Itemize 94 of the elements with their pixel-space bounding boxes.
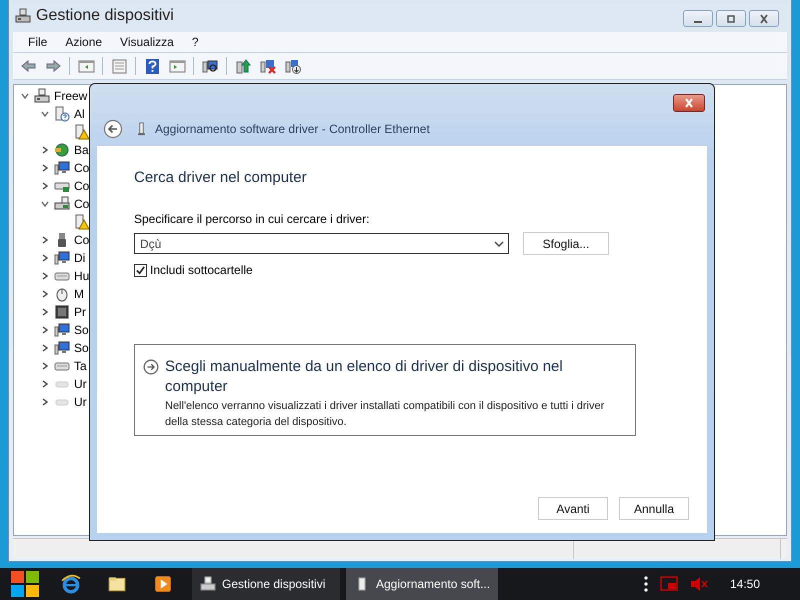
expand-icon[interactable] xyxy=(40,343,50,353)
tree-item[interactable]: Hu xyxy=(74,269,90,283)
close-icon xyxy=(683,98,695,108)
checkbox-label: Includi sottocartelle xyxy=(150,263,253,277)
monitor-icon xyxy=(54,340,70,356)
close-icon xyxy=(758,14,770,24)
device-manager-icon xyxy=(15,8,31,24)
panel-icon[interactable] xyxy=(168,58,186,74)
expand-icon[interactable] xyxy=(40,325,50,335)
maximize-icon xyxy=(725,14,737,24)
tree-item[interactable]: So xyxy=(74,341,89,355)
network-adapter-icon xyxy=(54,196,70,212)
path-combo-box[interactable]: Dçù xyxy=(134,233,509,254)
browser-icon[interactable] xyxy=(61,574,81,594)
close-button[interactable] xyxy=(749,10,779,27)
clock[interactable]: 14:50 xyxy=(730,577,760,591)
expand-icon[interactable] xyxy=(40,379,50,389)
more-icon[interactable] xyxy=(644,575,648,593)
command-link-title: Scegli manualmente da un elenco di driver di dispositivo nel computer xyxy=(165,357,564,397)
minimize-button[interactable] xyxy=(683,10,713,27)
media-player-icon[interactable] xyxy=(153,574,173,594)
dialog-button[interactable]: Annulla xyxy=(619,497,689,520)
tree-item[interactable]: Co xyxy=(74,161,90,175)
page-heading: Cerca driver nel computer xyxy=(134,169,308,186)
computer-icon xyxy=(34,88,50,104)
monitor-icon xyxy=(54,250,70,266)
uninstall-device-icon[interactable] xyxy=(284,58,302,74)
browse-button[interactable]: Sfoglia... xyxy=(523,232,609,255)
tree-item[interactable]: Ta xyxy=(74,359,87,373)
expand-icon[interactable] xyxy=(40,397,50,407)
update-device-icon[interactable] xyxy=(234,58,252,74)
back-button[interactable] xyxy=(103,119,123,139)
collapse-icon[interactable] xyxy=(40,109,50,119)
start-button[interactable] xyxy=(10,569,40,599)
forward-arrow-icon[interactable] xyxy=(44,58,62,74)
dialog-title: Aggiornamento software driver - Controller Ethernet xyxy=(155,122,430,136)
window-icon[interactable] xyxy=(660,576,678,592)
dialog-button[interactable]: Avanti xyxy=(538,497,608,520)
unknown-device-icon xyxy=(54,106,70,122)
tree-item[interactable]: Freew xyxy=(54,89,88,103)
tree-item[interactable]: M xyxy=(74,287,84,301)
warning-device-icon xyxy=(74,124,90,140)
expand-icon[interactable] xyxy=(40,181,50,191)
warning-device-icon xyxy=(74,214,90,230)
path-label: Specificare il percorso in cui cercare i driver: xyxy=(134,212,370,226)
help-icon[interactable] xyxy=(144,58,160,74)
close-button[interactable] xyxy=(673,94,705,112)
tree-item[interactable]: Ur xyxy=(74,377,87,391)
document-icon[interactable] xyxy=(110,58,128,74)
tree-item[interactable]: Al xyxy=(74,107,85,121)
menu-item[interactable]: Visualizza xyxy=(111,35,183,49)
panel-icon[interactable] xyxy=(78,58,94,74)
expand-icon[interactable] xyxy=(40,271,50,281)
command-link[interactable] xyxy=(134,344,636,436)
expand-icon[interactable] xyxy=(40,361,50,371)
tree-item[interactable]: Co xyxy=(74,197,90,211)
menu-item[interactable]: ? xyxy=(182,35,208,49)
disable-device-icon[interactable] xyxy=(260,58,276,74)
menu-item[interactable]: File xyxy=(19,35,56,49)
taskbar-button[interactable]: Gestione dispositivi xyxy=(192,568,340,600)
caret-icon xyxy=(494,241,504,247)
monitor-icon xyxy=(54,322,70,338)
expand-icon[interactable] xyxy=(40,145,50,155)
window-title: Gestione dispositivi xyxy=(36,7,174,25)
battery-icon xyxy=(54,142,70,158)
maximize-button[interactable] xyxy=(716,10,746,27)
tree-item[interactable]: Di xyxy=(74,251,86,265)
checkbox[interactable] xyxy=(134,264,147,276)
tree-item[interactable]: Co xyxy=(74,233,90,247)
monitor-icon xyxy=(54,160,70,176)
monitor-search-icon[interactable] xyxy=(202,58,218,74)
speaker-icon[interactable] xyxy=(690,576,708,592)
collapse-icon[interactable] xyxy=(20,91,30,101)
collapse-icon[interactable] xyxy=(40,199,50,209)
device-manager-icon xyxy=(200,576,216,592)
command-link-description: Nell'elenco verranno visualizzati i driver installati compatibili con il dispositivo e tutti i driver della stessa categoria del dispositivo. xyxy=(165,399,606,430)
chip-icon xyxy=(54,304,70,320)
back-arrow-icon[interactable] xyxy=(20,58,36,74)
arrow-circle-icon xyxy=(143,359,159,375)
minimize-icon xyxy=(694,20,702,22)
expand-icon[interactable] xyxy=(40,307,50,317)
menu-item[interactable]: Azione xyxy=(56,35,112,49)
taskbar-button[interactable]: Aggiornamento soft... xyxy=(346,568,498,600)
tree-item[interactable]: Pr xyxy=(74,305,86,319)
tree-item[interactable]: Ur xyxy=(74,395,87,409)
expand-icon[interactable] xyxy=(40,289,50,299)
expand-icon[interactable] xyxy=(40,163,50,173)
tree-item[interactable]: Co xyxy=(74,179,90,193)
tree-item[interactable]: Ba xyxy=(74,143,89,157)
network-adapter-icon xyxy=(137,122,146,136)
expand-icon[interactable] xyxy=(40,235,50,245)
mouse-icon xyxy=(54,286,70,302)
expand-icon[interactable] xyxy=(40,253,50,263)
tree-item[interactable]: So xyxy=(74,323,89,337)
